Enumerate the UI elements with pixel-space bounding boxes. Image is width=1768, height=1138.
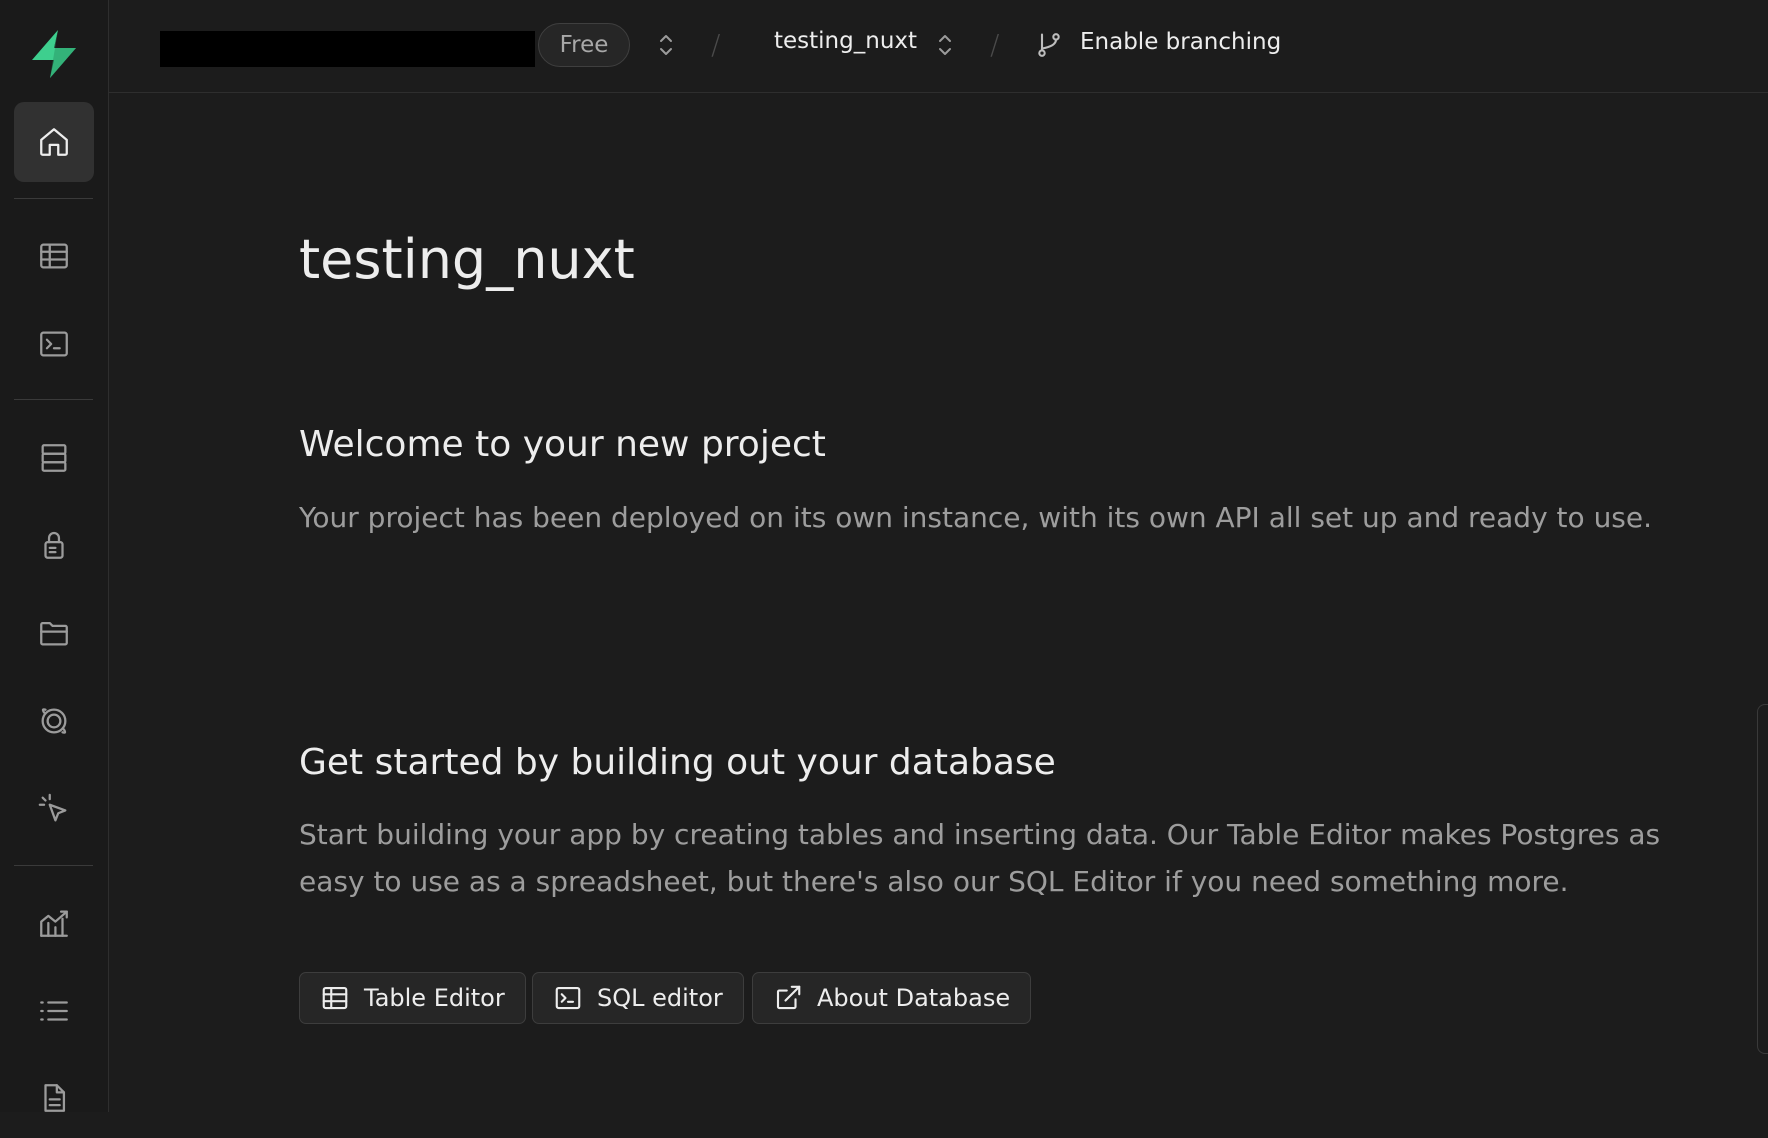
- side-panel-edge: [1757, 704, 1768, 1054]
- plan-badge: Free: [538, 23, 630, 67]
- lock-icon: [44, 531, 64, 559]
- sidebar-item-storage[interactable]: [14, 593, 94, 673]
- external-link-icon: [776, 985, 801, 1010]
- sidebar-divider: [14, 865, 93, 866]
- breadcrumb-separator: /: [990, 28, 1000, 61]
- sidebar: [0, 0, 109, 1112]
- welcome-heading: Welcome to your new project: [299, 424, 826, 465]
- top-bar: Free / testing_nuxt / Enable branching: [109, 0, 1768, 93]
- breadcrumb-separator: /: [711, 28, 721, 61]
- about-database-button[interactable]: About Database: [752, 972, 1032, 1024]
- sidebar-item-home[interactable]: [14, 102, 94, 182]
- sidebar-item-edge-functions[interactable]: [14, 769, 94, 849]
- sidebar-divider: [14, 399, 93, 400]
- cursor-icon: [38, 793, 67, 822]
- sidebar-item-database[interactable]: [14, 418, 94, 498]
- sidebar-item-reports[interactable]: [14, 883, 94, 963]
- folder-icon: [40, 621, 68, 646]
- chart-icon: [40, 910, 68, 937]
- database-icon: [41, 444, 67, 472]
- sql-editor-button-label: SQL editor: [597, 984, 723, 1012]
- sidebar-item-table-editor[interactable]: [14, 216, 94, 296]
- sidebar-item-sql-editor[interactable]: [14, 304, 94, 384]
- table-icon: [322, 986, 348, 1010]
- sql-editor-button[interactable]: SQL editor: [532, 972, 744, 1024]
- main-content: testing_nuxt Welcome to your new project…: [109, 94, 1768, 1112]
- about-database-button-label: About Database: [817, 984, 1011, 1012]
- database-heading: Get started by building out your databas…: [299, 742, 1056, 783]
- sidebar-item-logs[interactable]: [14, 971, 94, 1051]
- project-switcher-label[interactable]: testing_nuxt: [774, 28, 917, 54]
- enable-branching-button[interactable]: Enable branching: [1080, 29, 1281, 55]
- project-switcher-chevron-icon[interactable]: [935, 30, 955, 60]
- terminal-icon: [40, 331, 68, 357]
- organization-name-redacted[interactable]: [160, 31, 535, 67]
- supabase-logo-icon[interactable]: [26, 26, 82, 82]
- terminal-icon: [555, 986, 581, 1010]
- document-icon: [44, 1084, 66, 1112]
- welcome-text: Your project has been deployed on its ow…: [299, 501, 1653, 534]
- database-text: Start building your app by creating tabl…: [299, 818, 1661, 898]
- table-editor-button[interactable]: Table Editor: [299, 972, 526, 1024]
- list-icon: [40, 1001, 68, 1021]
- sidebar-item-realtime[interactable]: [14, 681, 94, 761]
- home-icon: [40, 128, 68, 156]
- git-branch-icon[interactable]: [1035, 31, 1063, 59]
- page-title: testing_nuxt: [299, 228, 635, 291]
- sidebar-item-authentication[interactable]: [14, 505, 94, 585]
- realtime-icon: [41, 708, 67, 734]
- table-editor-button-label: Table Editor: [364, 984, 505, 1012]
- org-switcher-chevron-icon[interactable]: [656, 30, 676, 60]
- sidebar-item-api-docs[interactable]: [14, 1058, 94, 1138]
- sidebar-divider: [14, 198, 93, 199]
- table-icon: [40, 243, 68, 269]
